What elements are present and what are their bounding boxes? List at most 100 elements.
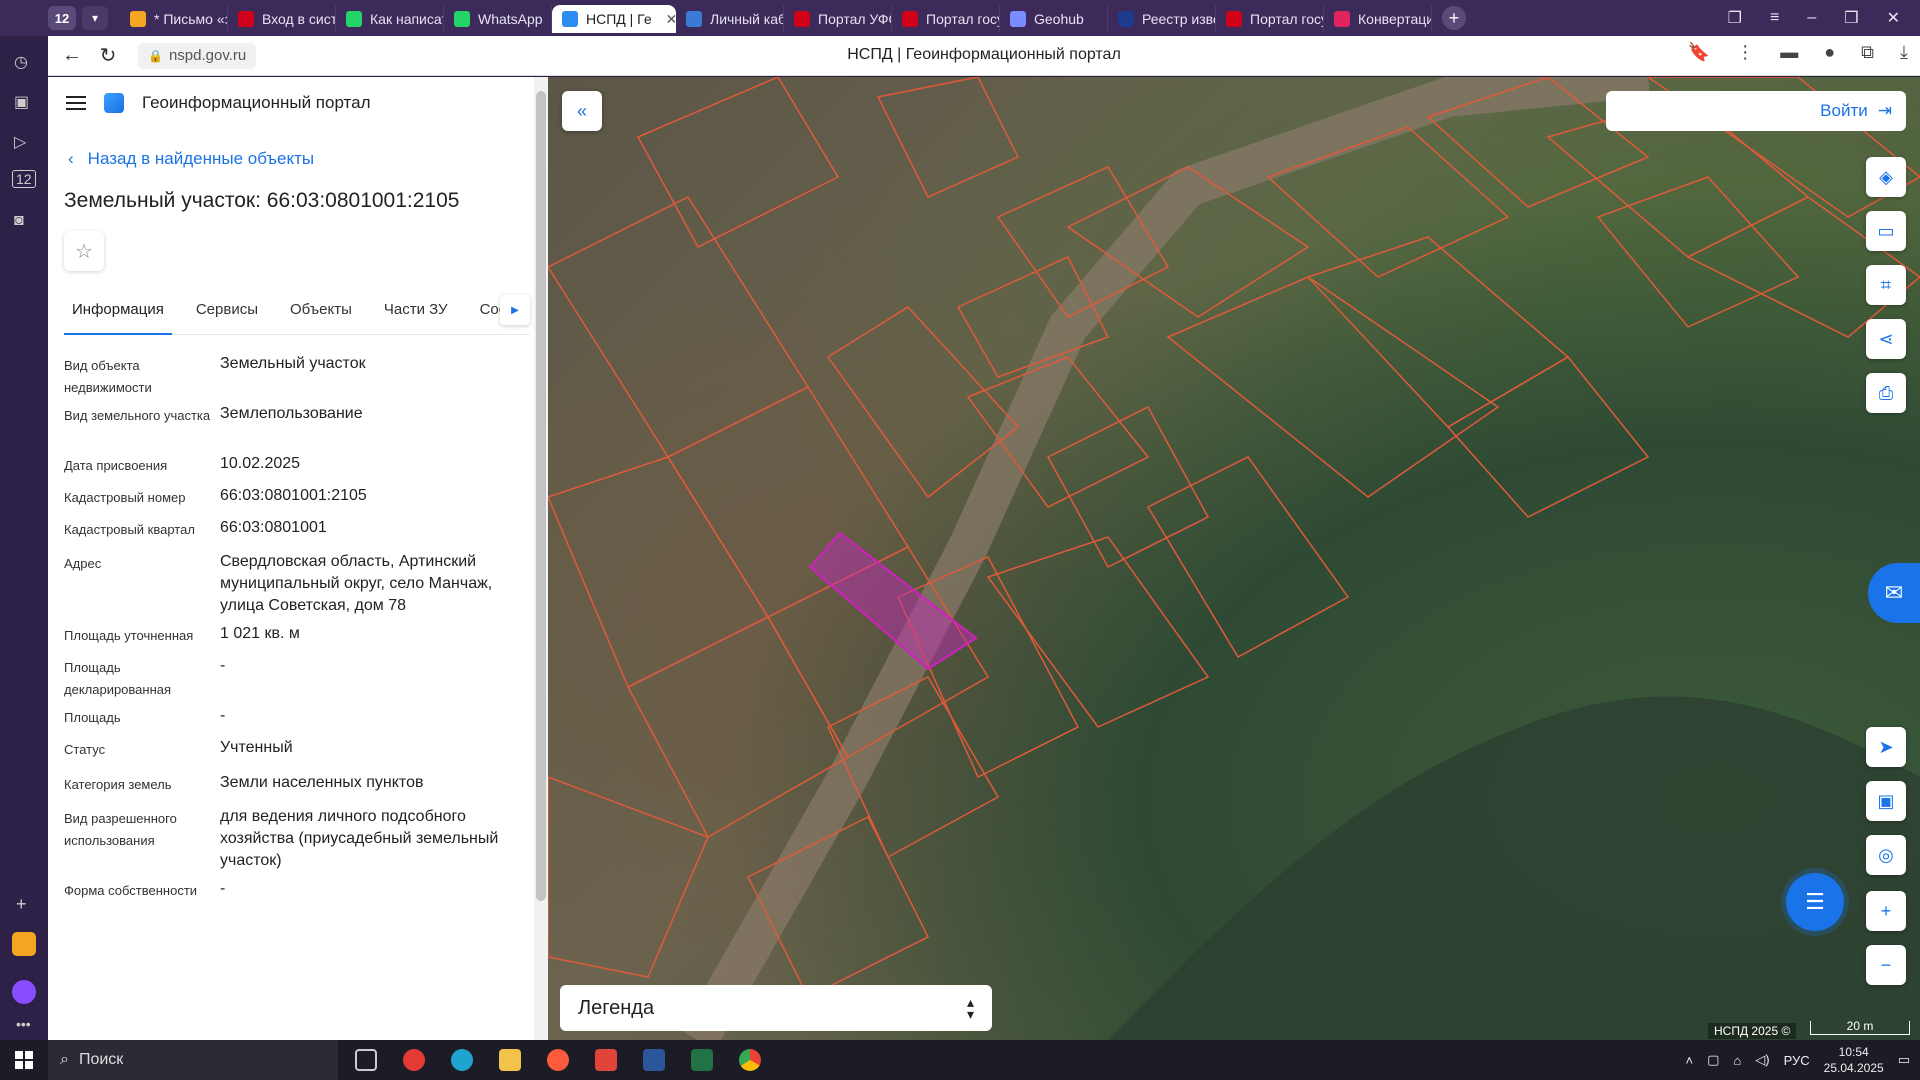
panel-scrollbar-thumb[interactable] <box>536 91 546 901</box>
back-to-results-link[interactable]: ‹ Назад в найденные объекты <box>68 149 314 169</box>
zoom-in-icon[interactable]: + <box>1866 891 1906 931</box>
select-area-icon[interactable]: ⌗ <box>1866 265 1906 305</box>
history-icon[interactable]: ◷ <box>14 52 28 72</box>
minimize-icon[interactable]: – <box>1807 9 1816 27</box>
tab-services[interactable]: Сервисы <box>188 295 266 335</box>
map-parcels-layer <box>548 77 1920 1040</box>
map-copyright: НСПД 2025 © <box>1708 1023 1797 1039</box>
browser-tab[interactable]: Портал УФО <box>784 5 892 33</box>
bookmark-icon[interactable]: 🔖 <box>1688 42 1710 63</box>
legend-toggle[interactable]: Легенда ▴ ▾ <box>560 985 992 1031</box>
close-window-icon[interactable]: ✕ <box>1887 8 1900 28</box>
url-field[interactable]: 🔒 nspd.gov.ru <box>138 42 257 69</box>
attribute-row: Вид разрешенного использования для ведени… <box>64 806 534 878</box>
edge-icon[interactable] <box>442 1040 482 1080</box>
back-arrow-icon[interactable]: ← <box>54 38 90 74</box>
notifications-icon[interactable]: ▭ <box>1898 1052 1910 1068</box>
keyboard-language[interactable]: РУС <box>1784 1053 1810 1068</box>
download-icon[interactable]: ⤓ <box>1900 42 1908 63</box>
zoom-out-icon[interactable]: − <box>1866 945 1906 985</box>
browser-tab[interactable]: НСПД | Ге ✕ <box>552 5 676 33</box>
tab-favicon-icon <box>454 11 470 27</box>
downloads-panel-icon[interactable]: ⧉ <box>1861 42 1874 63</box>
feedback-tab-icon[interactable]: ✉ <box>1868 563 1920 623</box>
attribute-row: Категория земель Земли населенных пунктов <box>64 772 534 806</box>
new-tab-icon[interactable]: + <box>1442 6 1466 30</box>
browser-tab[interactable]: WhatsApp <box>444 5 552 33</box>
clock[interactable]: 10:54 25.04.2025 <box>1824 1044 1884 1076</box>
attribute-row: Статус Учтенный <box>64 737 534 772</box>
attribute-row: Вид земельного участка Землепользование <box>64 403 534 453</box>
close-tab-icon[interactable]: ✕ <box>666 11 675 28</box>
tab-favicon-icon <box>130 11 146 27</box>
browser-tab-label: Личный каби <box>710 11 783 27</box>
browser-tab[interactable]: Как написать <box>336 5 444 33</box>
attribute-label: Дата присвоения <box>64 458 168 473</box>
restore-icon[interactable]: ❒ <box>1844 8 1858 28</box>
favorite-star-icon[interactable]: ☆ <box>64 231 104 271</box>
excel-icon[interactable] <box>682 1040 722 1080</box>
tray-expand-icon[interactable]: ˄ <box>1686 1053 1694 1068</box>
hamburger-menu-icon[interactable] <box>66 96 86 110</box>
screenshot-icon[interactable]: ◙ <box>14 212 24 230</box>
more-vert-icon[interactable]: ⋮ <box>1736 42 1754 63</box>
locate-me-icon[interactable]: ➤ <box>1866 727 1906 767</box>
browser-tab[interactable]: Портал госу <box>1216 5 1324 33</box>
tab-count-badge[interactable]: 12 <box>48 6 76 30</box>
tab-favicon-icon <box>1118 11 1134 27</box>
anydesk-icon[interactable] <box>586 1040 626 1080</box>
reload-icon[interactable]: ↻ <box>90 38 126 74</box>
file-explorer-icon[interactable] <box>490 1040 530 1080</box>
chat-assistant-icon[interactable]: ☰ <box>1786 873 1844 931</box>
login-button[interactable]: Войти ⇥ <box>1606 91 1906 131</box>
taskbar-search[interactable]: ⌕ Поиск <box>48 1040 338 1080</box>
browser-tab-label: Портал госу <box>1250 11 1324 27</box>
network-icon[interactable]: ⌂ <box>1733 1053 1741 1068</box>
collapse-panel-icon[interactable]: « <box>562 91 602 131</box>
meet-icon[interactable]: ▢ <box>1707 1052 1719 1068</box>
info-tabs: Информация Сервисы Объекты Части ЗУ Сост… <box>64 295 530 335</box>
browser-tab[interactable]: Вход в систе <box>228 5 336 33</box>
attribute-label: Кадастровый номер <box>64 490 186 505</box>
profile-icon[interactable]: ● <box>1824 42 1835 63</box>
volume-icon[interactable]: ◁) <box>1755 1052 1769 1068</box>
map-view[interactable]: « Войти ⇥ ◈ ▭ ⌗ ⋖ ⎙ ✉ ➤ ▣ ◎ + − ☰ Легенд… <box>548 77 1920 1040</box>
tab-information[interactable]: Информация <box>64 295 172 335</box>
browser-tab[interactable]: Реестр извец <box>1108 5 1216 33</box>
object-info-panel: Геоинформационный портал ‹ Назад в найде… <box>48 77 548 1040</box>
mail-icon[interactable] <box>12 932 36 956</box>
login-icon: ⇥ <box>1877 101 1892 120</box>
object-title: Земельный участок: 66:03:0801001:2105 <box>64 189 460 212</box>
browser-tab[interactable]: * Письмо «за <box>120 5 228 33</box>
yandex-browser-icon[interactable] <box>538 1040 578 1080</box>
more-icon[interactable]: ••• <box>16 1016 31 1032</box>
chrome-icon[interactable] <box>730 1040 770 1080</box>
minimap-icon[interactable]: ▣ <box>1866 781 1906 821</box>
browser-tab[interactable]: Конвертация <box>1324 5 1432 33</box>
browser-tab[interactable]: Портал госу <box>892 5 1000 33</box>
collections-icon[interactable]: ❐ <box>1728 8 1742 28</box>
yandex-icon[interactable] <box>394 1040 434 1080</box>
tabs-panel-icon[interactable]: ▣ <box>14 92 29 112</box>
alice-icon[interactable] <box>12 980 36 1004</box>
tab-parts[interactable]: Части ЗУ <box>376 295 456 335</box>
tabs-dropdown-icon[interactable]: ▾ <box>82 6 108 30</box>
word-icon[interactable] <box>634 1040 674 1080</box>
print-icon[interactable]: ⎙ <box>1866 373 1906 413</box>
tabs-scroll-right-icon[interactable]: ▶ <box>500 295 530 325</box>
search-location-icon[interactable]: ◎ <box>1866 835 1906 875</box>
play-icon[interactable]: ▷ <box>14 132 26 152</box>
ruler-icon[interactable]: ▭ <box>1866 211 1906 251</box>
panel-scrollbar[interactable] <box>534 77 548 1040</box>
browser-tab[interactable]: Geohub <box>1000 5 1108 33</box>
tab-count-side-icon[interactable]: 12 <box>12 170 36 188</box>
share-icon[interactable]: ⋖ <box>1866 319 1906 359</box>
layers-icon[interactable]: ◈ <box>1866 157 1906 197</box>
windows-start-icon[interactable] <box>0 1040 48 1080</box>
task-view-icon[interactable] <box>346 1040 386 1080</box>
add-icon[interactable]: + <box>16 894 27 915</box>
menu-icon[interactable]: ≡ <box>1770 9 1779 27</box>
browser-tab[interactable]: Личный каби <box>676 5 784 33</box>
tab-objects[interactable]: Объекты <box>282 295 360 335</box>
extension-icon[interactable]: ▬ <box>1780 42 1798 63</box>
